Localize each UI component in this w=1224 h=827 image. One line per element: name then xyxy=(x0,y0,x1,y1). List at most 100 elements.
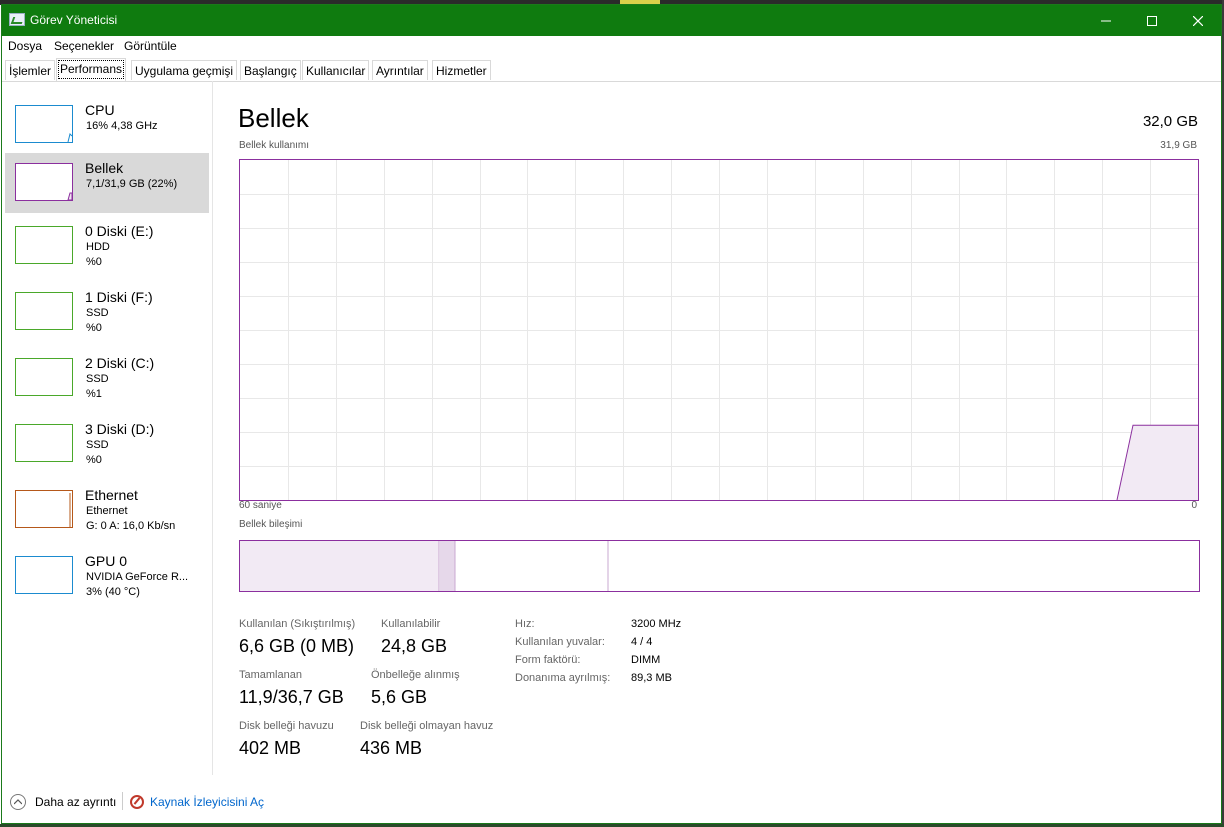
composition-modified xyxy=(440,541,455,591)
available-value: 24,8 GB xyxy=(381,636,448,656)
sidebar-item-name: 3 Diski (D:) xyxy=(85,421,155,437)
sidebar-item-adapter: Ethernet xyxy=(86,505,128,517)
memory-thumbnail-graph xyxy=(15,163,73,201)
disk-thumbnail-graph xyxy=(15,226,73,264)
sidebar-item-name: Ethernet xyxy=(85,487,138,503)
sidebar-item-usage: %1 xyxy=(86,388,102,400)
gpu-thumbnail-graph xyxy=(15,556,73,594)
sidebar-item-name: GPU 0 xyxy=(85,553,128,569)
memory-usage-area xyxy=(1117,425,1198,500)
tab-hizmetler[interactable]: Hizmetler xyxy=(432,60,491,80)
sidebar-item-detail: 7,1/31,9 GB (22%) xyxy=(86,178,178,190)
performance-sidebar: CPU 16% 4,38 GHz Bellek 7,1/31,9 GB (22%… xyxy=(2,81,213,775)
total-memory: 32,0 GB xyxy=(1142,113,1198,130)
menu-bar: Dosya Seçenekler Görüntüle xyxy=(2,36,1221,56)
sidebar-item-bellek[interactable]: Bellek 7,1/31,9 GB (22%) xyxy=(5,153,209,213)
in-use-label: Kullanılan (Sıkıştırılmış) xyxy=(239,618,356,630)
minimize-icon xyxy=(1101,20,1111,21)
sidebar-item-cpu[interactable]: CPU 16% 4,38 GHz xyxy=(5,95,209,155)
available-label: Kullanılabilir xyxy=(381,618,441,630)
graph-label: Bellek kullanımı xyxy=(239,140,310,151)
tab-uygulama-gecmisi[interactable]: Uygulama geçmişi xyxy=(131,60,238,80)
close-icon xyxy=(1193,15,1203,26)
menu-goruntule[interactable]: Görüntüle xyxy=(124,39,177,53)
sidebar-item-name: CPU xyxy=(85,102,115,118)
disk-thumbnail-graph xyxy=(15,292,73,330)
spec-label-slots: Kullanılan yuvalar: xyxy=(515,636,605,648)
spec-label-hardware-reserved: Donanıma ayrılmış: xyxy=(515,672,611,684)
spec-value-form-factor: DIMM xyxy=(631,654,661,666)
cached-label: Önbelleğe alınmış xyxy=(371,669,460,681)
cpu-thumbnail-graph xyxy=(15,105,73,143)
committed-value: 11,9/36,7 GB xyxy=(239,687,344,707)
sidebar-item-name: 1 Diski (F:) xyxy=(85,289,153,305)
tab-islemler[interactable]: İşlemler xyxy=(5,60,56,80)
sidebar-item-disk-2[interactable]: 2 Diski (C:) SSD %1 xyxy=(5,348,209,408)
disk-thumbnail-graph xyxy=(15,424,73,462)
paged-pool-label: Disk belleği havuzu xyxy=(239,720,334,732)
sidebar-item-disk-3[interactable]: 3 Diski (D:) SSD %0 xyxy=(5,414,209,474)
sidebar-item-name: 0 Diski (E:) xyxy=(85,223,154,239)
graph-time-span: 60 saniye xyxy=(239,500,282,511)
resource-monitor-link[interactable]: Kaynak İzleyicisini Aç xyxy=(150,795,264,809)
nonpaged-pool-value: 436 MB xyxy=(360,738,423,758)
sidebar-item-type: SSD xyxy=(86,373,109,385)
memory-usage-chart xyxy=(240,160,1198,501)
title-bar: Görev Yöneticisi xyxy=(2,5,1221,36)
graph-time-end: 0 xyxy=(1191,500,1197,511)
sidebar-item-model: NVIDIA GeForce R... xyxy=(86,571,189,583)
sidebar-item-type: HDD xyxy=(86,241,110,253)
spec-value-hardware-reserved: 89,3 MB xyxy=(631,672,672,684)
tab-kullanicilar[interactable]: Kullanıcılar xyxy=(302,60,370,80)
chevron-up-icon[interactable] xyxy=(10,794,26,810)
committed-label: Tamamlanan xyxy=(239,669,302,681)
sidebar-item-type: SSD xyxy=(86,439,109,451)
sidebar-item-type: SSD xyxy=(86,307,109,319)
cached-value: 5,6 GB xyxy=(371,687,428,707)
task-manager-icon xyxy=(9,13,25,26)
footer-divider xyxy=(122,792,123,810)
ethernet-thumbnail-graph xyxy=(15,490,73,528)
memory-composition-bar xyxy=(239,540,1200,592)
tab-ayrintilar[interactable]: Ayrıntılar xyxy=(372,60,428,80)
tab-baslangic[interactable]: Başlangıç xyxy=(240,60,301,80)
sidebar-item-disk-0[interactable]: 0 Diski (E:) HDD %0 xyxy=(5,216,209,276)
maximize-icon xyxy=(1147,15,1157,26)
sidebar-item-throughput: G: 0 A: 16,0 Kb/sn xyxy=(86,520,176,532)
sidebar-item-name: 2 Diski (C:) xyxy=(85,355,155,371)
spec-value-slots: 4 / 4 xyxy=(631,636,653,648)
window-title: Görev Yöneticisi xyxy=(30,13,118,27)
in-use-value: 6,6 GB (0 MB) xyxy=(239,636,355,656)
fewer-details-link[interactable]: Daha az ayrıntı xyxy=(35,795,116,809)
graph-max-label: 31,9 GB xyxy=(1160,140,1197,151)
paged-pool-value: 402 MB xyxy=(239,738,302,758)
tab-performans[interactable]: Performans xyxy=(56,58,127,81)
sidebar-item-ethernet[interactable]: Ethernet Ethernet G: 0 A: 16,0 Kb/sn xyxy=(5,480,209,540)
composition-label: Bellek bileşimi xyxy=(239,519,303,530)
nonpaged-pool-label: Disk belleği olmayan havuz xyxy=(360,720,494,732)
maximize-button[interactable] xyxy=(1129,5,1175,36)
footer: Daha az ayrıntı Kaynak İzleyicisini Aç xyxy=(2,775,1221,823)
tab-bar: İşlemler Performans Uygulama geçmişi Baş… xyxy=(2,57,1221,82)
sidebar-item-usage: %0 xyxy=(86,256,102,268)
page-title: Bellek xyxy=(238,103,309,133)
sidebar-item-name: Bellek xyxy=(85,160,124,176)
menu-secenekler[interactable]: Seçenekler xyxy=(54,39,114,53)
close-button[interactable] xyxy=(1175,5,1221,36)
menu-dosya[interactable]: Dosya xyxy=(8,39,42,53)
disk-thumbnail-graph xyxy=(15,358,73,396)
sidebar-item-detail: 16% 4,38 GHz xyxy=(86,120,158,132)
resource-monitor-icon[interactable] xyxy=(130,795,144,809)
minimize-button[interactable] xyxy=(1083,5,1129,36)
sidebar-item-usage: 3% (40 °C) xyxy=(86,586,140,598)
sidebar-item-disk-1[interactable]: 1 Diski (F:) SSD %0 xyxy=(5,282,209,342)
spec-label-form-factor: Form faktörü: xyxy=(515,654,581,666)
spec-label-speed: Hız: xyxy=(515,618,535,630)
task-manager-window: Görev Yöneticisi Dosya Seçenekler Görünt… xyxy=(1,4,1222,824)
spec-value-speed: 3200 MHz xyxy=(631,618,682,630)
memory-usage-graph xyxy=(239,159,1199,501)
sidebar-item-usage: %0 xyxy=(86,322,102,334)
sidebar-item-gpu[interactable]: GPU 0 NVIDIA GeForce R... 3% (40 °C) xyxy=(5,546,209,606)
sidebar-item-usage: %0 xyxy=(86,454,102,466)
composition-in-use xyxy=(240,541,439,591)
